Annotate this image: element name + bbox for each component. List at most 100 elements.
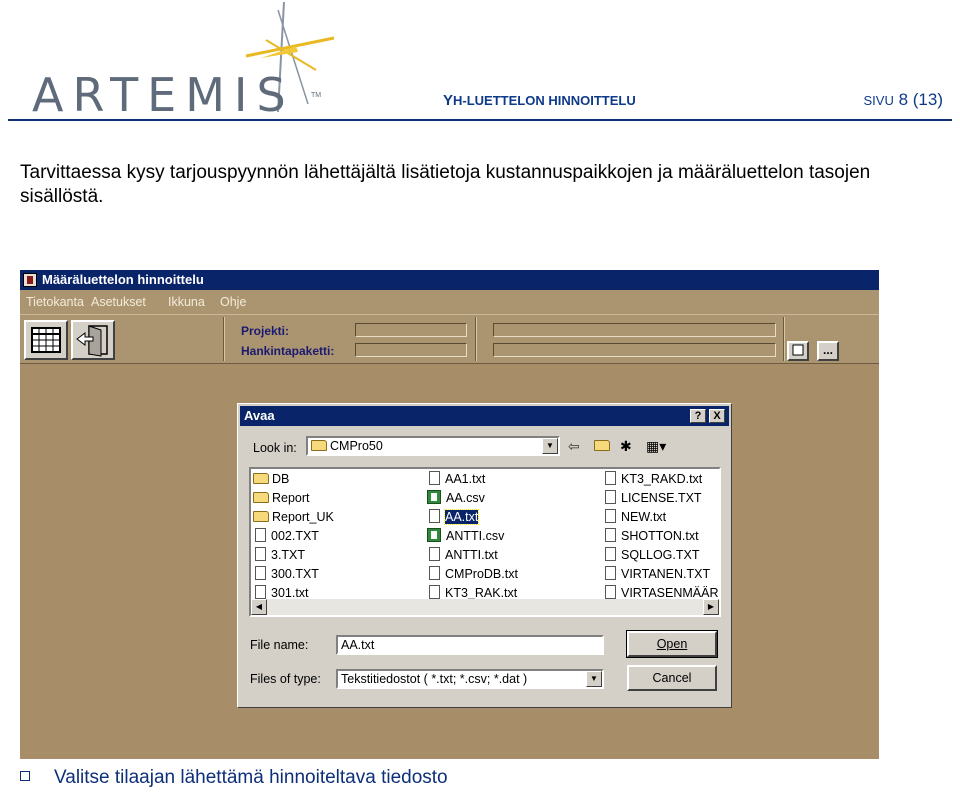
- list-item[interactable]: SHOTTON.txt: [605, 528, 699, 544]
- text-file-icon: [605, 585, 616, 599]
- checkbox-button[interactable]: [787, 341, 809, 361]
- text-file-icon: [429, 547, 440, 561]
- text-file-icon: [605, 547, 616, 561]
- table-view-button[interactable]: [24, 320, 68, 360]
- square-icon: [792, 344, 804, 356]
- list-item[interactable]: ANTTI.csv: [427, 528, 504, 544]
- text-file-icon: [255, 547, 266, 561]
- open-dialog: Avaa ? X Look in: CMPro50 ▼ ⇦ ✱ ▦▾ DB Re…: [237, 403, 732, 708]
- file-type-dropdown[interactable]: Tekstitiedostot ( *.txt; *.csv; *.dat ) …: [336, 669, 604, 689]
- package-label: Hankintapaketti:: [241, 344, 335, 358]
- csv-file-icon: [427, 528, 441, 542]
- menu-ohje[interactable]: Ohje: [220, 295, 246, 309]
- list-item[interactable]: ANTTI.txt: [429, 547, 498, 563]
- project-name-field[interactable]: [493, 323, 776, 337]
- look-in-label: Look in:: [253, 441, 297, 455]
- text-file-icon: [255, 585, 266, 599]
- text-file-icon: [605, 528, 616, 542]
- intro-paragraph: Tarvittaessa kysy tarjouspyynnön lähettä…: [20, 162, 871, 207]
- list-item[interactable]: 002.TXT: [255, 528, 319, 544]
- app-menubar: Tietokanta Asetukset Ikkuna Ohje: [20, 290, 879, 314]
- menu-ikkuna[interactable]: Ikkuna: [168, 295, 205, 309]
- exit-button[interactable]: [71, 320, 115, 360]
- chevron-down-icon[interactable]: ▼: [586, 671, 602, 687]
- list-item[interactable]: Report: [253, 490, 310, 506]
- table-grid-icon: [31, 327, 61, 353]
- file-name-input[interactable]: AA.txt: [336, 635, 604, 655]
- document-title-rest: H-LUETTELON HINNOITTELU: [453, 93, 636, 108]
- bullet-square-icon: [20, 771, 30, 781]
- list-item[interactable]: AA.csv: [427, 490, 485, 506]
- package-code-field[interactable]: [355, 343, 467, 357]
- folder-icon: [253, 492, 269, 503]
- help-button[interactable]: ?: [690, 409, 706, 423]
- files-of-type-label: Files of type:: [250, 672, 321, 686]
- chevron-down-icon[interactable]: ▼: [542, 438, 558, 454]
- instruction-text: Valitse tilaajan lähettämä hinnoiteltava…: [54, 767, 448, 788]
- instruction-bullet: Valitse tilaajan lähettämä hinnoiteltava…: [20, 767, 448, 789]
- dialog-title: Avaa: [244, 408, 275, 423]
- text-file-icon: [605, 471, 616, 485]
- toolbar-separator: [783, 317, 785, 361]
- app-book-icon[interactable]: [23, 273, 37, 287]
- text-file-icon: [255, 566, 266, 580]
- logo-trademark: TM: [311, 92, 322, 99]
- list-item[interactable]: 3.TXT: [255, 547, 305, 563]
- scroll-left-icon[interactable]: ◀: [251, 599, 267, 615]
- folder-icon: [253, 473, 269, 484]
- logo-wordmark: ARTEMIS: [32, 68, 295, 122]
- list-item[interactable]: Report_UK: [253, 509, 334, 525]
- app-window: Määräluettelon hinnoittelu Tietokanta As…: [20, 270, 879, 759]
- folder-icon: [311, 440, 327, 451]
- text-file-icon: [605, 490, 616, 504]
- new-folder-icon[interactable]: ✱: [620, 438, 632, 455]
- text-file-icon: [429, 585, 440, 599]
- horizontal-scrollbar[interactable]: ◀ ▶: [251, 599, 719, 615]
- menu-asetukset[interactable]: Asetukset: [91, 295, 146, 309]
- list-item[interactable]: SQLLOG.TXT: [605, 547, 700, 563]
- list-item[interactable]: CMProDB.txt: [429, 566, 518, 582]
- page-number: SIVU 8 (13): [864, 90, 944, 110]
- list-item[interactable]: VIRTANEN.TXT: [605, 566, 710, 582]
- back-arrow-icon[interactable]: ⇦: [568, 438, 580, 455]
- list-item[interactable]: AA1.txt: [429, 471, 485, 487]
- list-item[interactable]: 300.TXT: [255, 566, 319, 582]
- text-file-icon: [255, 528, 266, 542]
- browse-button[interactable]: ...: [817, 341, 839, 361]
- header-divider: [8, 119, 952, 121]
- text-file-icon: [429, 509, 440, 523]
- package-name-field[interactable]: [493, 343, 776, 357]
- project-label: Projekti:: [241, 324, 290, 338]
- app-toolbar: Projekti: Hankintapaketti: ...: [20, 314, 879, 364]
- document-title-initial: Y: [443, 92, 454, 109]
- text-file-icon: [429, 566, 440, 580]
- look-in-dropdown[interactable]: CMPro50 ▼: [306, 436, 560, 456]
- list-item[interactable]: DB: [253, 471, 289, 487]
- toolbar-separator: [475, 317, 477, 361]
- menu-tietokanta[interactable]: Tietokanta: [26, 295, 84, 309]
- project-code-field[interactable]: [355, 323, 467, 337]
- folder-icon: [253, 511, 269, 522]
- cancel-button[interactable]: Cancel: [627, 665, 717, 691]
- dialog-titlebar: Avaa ? X: [240, 406, 729, 426]
- list-item[interactable]: KT3_RAKD.txt: [605, 471, 702, 487]
- page-value: 8 (13): [898, 90, 943, 109]
- file-name-label: File name:: [250, 638, 309, 652]
- scroll-right-icon[interactable]: ▶: [703, 599, 719, 615]
- document-title: YH-LUETTELON HINNOITTELU: [443, 92, 636, 109]
- file-list[interactable]: DB Report Report_UK 002.TXT 3.TXT 300.TX…: [249, 467, 721, 617]
- text-file-icon: [429, 471, 440, 485]
- list-item-selected[interactable]: AA.txt: [429, 509, 480, 525]
- app-titlebar: Määräluettelon hinnoittelu: [20, 270, 879, 290]
- exit-door-icon: [76, 325, 108, 357]
- list-item[interactable]: LICENSE.TXT: [605, 490, 702, 506]
- file-type-selected: Tekstitiedostot ( *.txt; *.csv; *.dat ): [341, 672, 528, 686]
- list-item[interactable]: NEW.txt: [605, 509, 666, 525]
- text-file-icon: [605, 509, 616, 523]
- page-label: SIVU: [863, 93, 894, 108]
- close-button[interactable]: X: [709, 409, 725, 423]
- csv-file-icon: [427, 490, 441, 504]
- app-title: Määräluettelon hinnoittelu: [42, 272, 204, 287]
- view-menu-icon[interactable]: ▦▾: [646, 438, 666, 455]
- open-button[interactable]: Open: [626, 630, 718, 658]
